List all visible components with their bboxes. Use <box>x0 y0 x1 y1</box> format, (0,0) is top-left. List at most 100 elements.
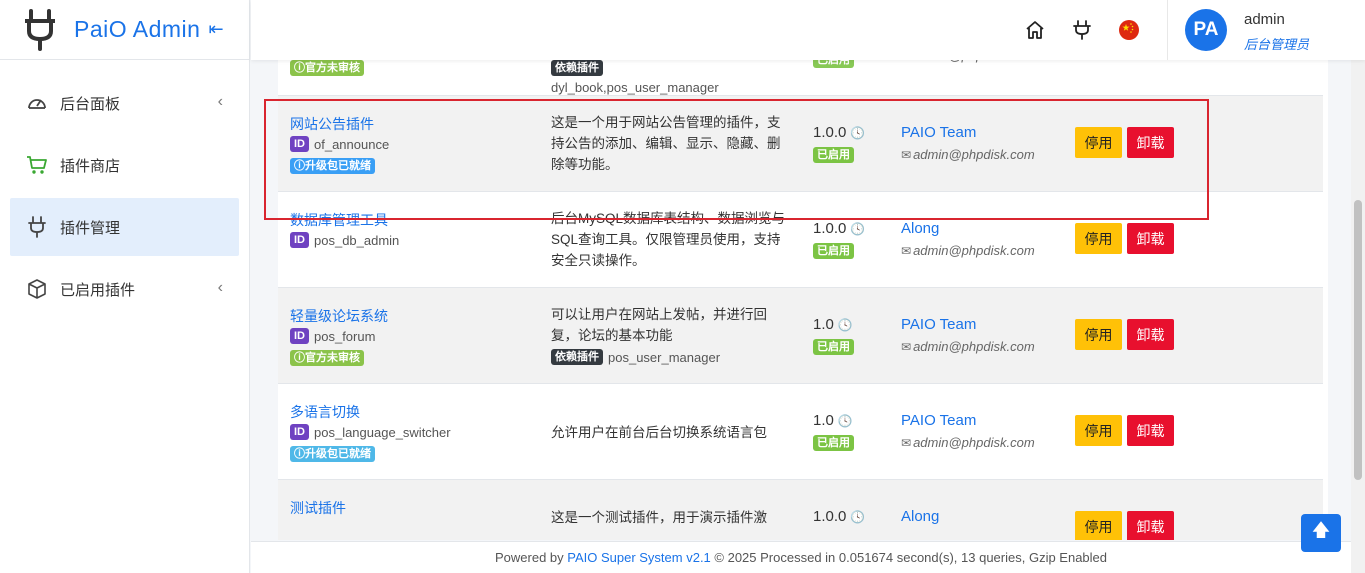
status-badge: ⓘ升级包已就绪 <box>290 158 375 174</box>
plugin-description: 后台MySQL数据库表结构、数据浏览与SQL查询工具。仅限管理员使用，支持安全只… <box>551 211 786 268</box>
author-link[interactable]: Along <box>901 220 939 237</box>
chevron-left-icon: ‹ <box>217 93 223 110</box>
table-row: ⓘ官方未审核 依赖插件 dyl_book,pos_user_manager 已启… <box>278 60 1323 96</box>
user-menu[interactable]: PA admin 后台管理员 <box>1167 0 1365 60</box>
china-flag-icon[interactable] <box>1117 18 1141 42</box>
plugin-version: 1.0.0 <box>813 220 847 237</box>
arrow-up-icon: 🡅 <box>1311 520 1331 540</box>
plugin-id: pos_forum <box>314 328 376 344</box>
chevron-left-icon: ‹ <box>217 279 223 296</box>
disable-button[interactable]: 停用 <box>1075 511 1122 540</box>
collapse-left-icon[interactable]: ⇤ <box>208 19 223 40</box>
sidebar-item-label: 插件管理 <box>60 219 121 237</box>
plugin-description: 允许用户在前台后台切换系统语言包 <box>551 425 767 440</box>
envelope-icon: ✉ <box>901 435 912 450</box>
table-row: 网站公告插件 ID of_announce ⓘ升级包已就绪 这是一个用于网站公告管… <box>278 96 1323 192</box>
author-email: admin@phpdisk.com <box>913 435 1035 450</box>
envelope-icon: ✉ <box>901 243 912 258</box>
plugin-name-link[interactable]: 测试插件 <box>290 498 346 518</box>
sidebar-item-dashboard[interactable]: 后台面板 ‹ <box>10 74 239 132</box>
id-badge: ID <box>290 424 309 440</box>
brand[interactable]: PaiO Admin ⇤ <box>0 0 249 60</box>
brand-title: PaiO Admin <box>74 16 201 42</box>
status-badge: ⓘ官方未审核 <box>290 60 364 76</box>
table-row: 数据库管理工具 ID pos_db_admin 后台MySQL数据库表结构、数据浏… <box>278 192 1323 288</box>
plugin-version: 1.0 <box>813 316 834 333</box>
plugin-name-link[interactable]: 数据库管理工具 <box>290 210 388 230</box>
email-text: admin@phpdisk.com <box>913 60 1035 63</box>
enabled-badge: 已启用 <box>813 243 854 259</box>
dependency-line: 依赖插件 <box>551 60 608 76</box>
sidebar-menu: 后台面板 ‹ 插件商店 插件管理 已启用插件 ‹ <box>0 60 249 318</box>
dashboard-icon <box>26 92 48 114</box>
home-icon[interactable] <box>1023 18 1047 42</box>
footer-suffix: © 2025 Processed in 0.051674 second(s), … <box>710 550 1108 565</box>
envelope-icon: ✉ <box>901 339 912 354</box>
author-link[interactable]: PAIO Team <box>901 124 976 141</box>
plugin-version: 1.0 <box>813 412 834 429</box>
sidebar-item-plugin-manage[interactable]: 插件管理 <box>10 198 239 256</box>
plug-icon <box>26 216 48 238</box>
dependency-value: dyl_book,pos_user_manager <box>551 80 719 95</box>
top-header: PA admin 后台管理员 <box>251 0 1365 60</box>
plugin-name-link[interactable]: 多语言切换 <box>290 402 360 422</box>
user-role: 后台管理员 <box>1244 37 1310 52</box>
user-name: admin <box>1244 11 1285 28</box>
sidebar-item-label: 已启用插件 <box>60 281 136 299</box>
footer: Powered by PAIO Super System v2.1 © 2025… <box>251 541 1351 573</box>
plugin-name-link[interactable]: 网站公告插件 <box>290 114 374 134</box>
enabled-badge: 已启用 <box>813 435 854 451</box>
plugin-version: 1.0.0 <box>813 508 847 525</box>
enabled-badge: 已启用 <box>813 339 854 355</box>
plugin-description: 这是一个测试插件，用于演示插件激 <box>551 510 767 525</box>
uninstall-button[interactable]: 卸载 <box>1127 127 1174 158</box>
status-badge: ⓘ官方未审核 <box>290 350 364 366</box>
uninstall-button[interactable]: 卸载 <box>1127 511 1174 540</box>
enabled-badge: 已启用 <box>813 60 854 68</box>
author-email: admin@phpdisk.com <box>913 147 1035 162</box>
cart-icon <box>26 154 48 176</box>
table-row: 多语言切换 ID pos_language_switcher ⓘ升级包已就绪 允许… <box>278 384 1323 480</box>
page-scrollbar[interactable] <box>1351 60 1365 573</box>
footer-link[interactable]: PAIO Super System v2.1 <box>567 550 711 565</box>
envelope-icon: ✉ <box>901 60 911 63</box>
author-link[interactable]: PAIO Team <box>901 412 976 429</box>
sidebar-item-plugin-store[interactable]: 插件商店 <box>10 136 239 194</box>
author-link[interactable]: PAIO Team <box>901 316 976 333</box>
uninstall-button[interactable]: 卸载 <box>1127 415 1174 446</box>
back-to-top-button[interactable]: 🡅 <box>1301 514 1341 552</box>
id-badge: ID <box>290 328 309 344</box>
clock-icon: 🕓 <box>850 125 866 140</box>
uninstall-button[interactable]: 卸载 <box>1127 319 1174 350</box>
author-email: admin@phpdisk.com <box>913 339 1035 354</box>
plugin-version: 1.0.0 <box>813 124 847 141</box>
table-row: 轻量级论坛系统 ID pos_forum ⓘ官方未审核 可以让用户在网站上发帖，并… <box>278 288 1323 384</box>
uninstall-button[interactable]: 卸载 <box>1127 223 1174 254</box>
dependency-badge: 依赖插件 <box>551 60 603 76</box>
box-icon <box>26 278 48 300</box>
clock-icon: 🕓 <box>837 413 853 428</box>
sidebar: PaiO Admin ⇤ 后台面板 ‹ 插件商店 插件管理 已启用插件 ‹ <box>0 0 250 573</box>
envelope-icon: ✉ <box>901 147 912 162</box>
plugin-table: ⓘ官方未审核 依赖插件 dyl_book,pos_user_manager 已启… <box>278 60 1328 540</box>
sidebar-item-enabled-plugins[interactable]: 已启用插件 ‹ <box>10 260 239 318</box>
plugin-name-link[interactable]: 轻量级论坛系统 <box>290 306 388 326</box>
plugin-description: 可以让用户在网站上发帖，并进行回复，论坛的基本功能 <box>551 307 767 343</box>
id-badge: ID <box>290 136 309 152</box>
disable-button[interactable]: 停用 <box>1075 319 1122 350</box>
avatar[interactable]: PA <box>1185 9 1227 51</box>
scrollbar-thumb[interactable] <box>1354 200 1362 480</box>
sidebar-item-label: 后台面板 <box>60 95 121 113</box>
disable-button[interactable]: 停用 <box>1075 223 1122 254</box>
disable-button[interactable]: 停用 <box>1075 127 1122 158</box>
footer-prefix: Powered by <box>494 550 568 565</box>
table-row: 测试插件 这是一个测试插件，用于演示插件激 1.0.0 🕓 Along 停用 卸载 <box>278 480 1323 540</box>
clock-icon: 🕓 <box>850 509 866 524</box>
disable-button[interactable]: 停用 <box>1075 415 1122 446</box>
id-badge: ID <box>290 232 309 248</box>
author-email: admin@phpdisk.com <box>913 243 1035 258</box>
plugin-id: pos_db_admin <box>314 232 400 248</box>
plugin-id: of_announce <box>314 136 390 152</box>
author-link[interactable]: Along <box>901 508 939 525</box>
plug-icon[interactable] <box>1070 18 1094 42</box>
